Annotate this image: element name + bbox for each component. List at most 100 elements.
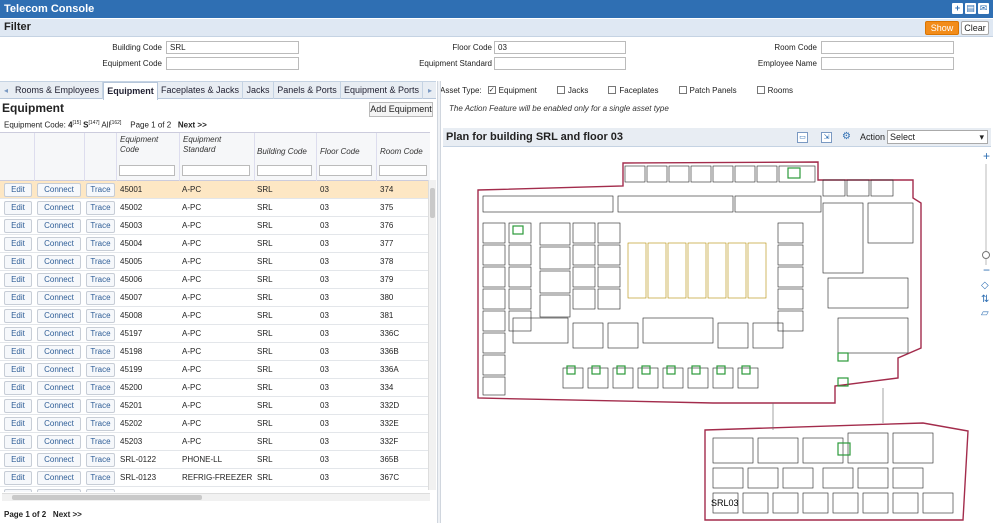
table-row[interactable]: Edit Connect Trace 45197 A-PC SRL 03 336C	[0, 325, 428, 343]
trace-button[interactable]: Trace	[86, 399, 115, 413]
trace-button[interactable]: Trace	[86, 417, 115, 431]
connect-button[interactable]: Connect	[37, 237, 81, 251]
edit-button[interactable]: Edit	[4, 327, 32, 341]
table-row[interactable]: Edit Connect Trace 45005 A-PC SRL 03 378	[0, 253, 428, 271]
connect-button[interactable]: Connect	[37, 381, 81, 395]
pan-icon[interactable]: ◇	[981, 280, 989, 291]
table-row[interactable]: Edit Connect Trace 45004 A-PC SRL 03 377	[0, 235, 428, 253]
table-row[interactable]: Edit Connect Trace 45003 A-PC SRL 03 376	[0, 217, 428, 235]
trace-button[interactable]: Trace	[86, 435, 115, 449]
trace-button[interactable]: Trace	[86, 363, 115, 377]
equipment-code-filter[interactable]	[119, 165, 175, 176]
connect-button[interactable]: Connect	[37, 273, 81, 287]
tab-equipment-ports[interactable]: Equipment & Ports	[341, 82, 423, 99]
edit-button[interactable]: Edit	[4, 273, 32, 287]
connect-button[interactable]: Connect	[37, 291, 81, 305]
equipment-checkbox[interactable]: ✓	[487, 86, 496, 94]
connect-button[interactable]: Connect	[37, 255, 81, 269]
select-area-icon[interactable]: ▱	[981, 308, 989, 319]
trace-button[interactable]: Trace	[86, 327, 115, 341]
column-equipment-code[interactable]: Equipment Code	[120, 135, 170, 155]
edit-button[interactable]: Edit	[4, 183, 32, 197]
index-all-link[interactable]: All	[101, 121, 110, 130]
room-code-input[interactable]	[821, 41, 954, 54]
trace-button[interactable]: Trace	[86, 201, 115, 215]
edit-button[interactable]: Edit	[4, 435, 32, 449]
edit-button[interactable]: Edit	[4, 471, 32, 485]
trace-button[interactable]: Trace	[86, 381, 115, 395]
trace-button[interactable]: Trace	[86, 255, 115, 269]
connect-button[interactable]: Connect	[37, 183, 81, 197]
rooms-checkbox[interactable]	[756, 86, 765, 94]
panel-splitter[interactable]	[437, 81, 441, 523]
table-row[interactable]: Edit Connect Trace 45201 A-PC SRL 03 332D	[0, 397, 428, 415]
column-floor-code[interactable]: Floor Code	[320, 147, 370, 157]
table-horizontal-scrollbar[interactable]	[2, 493, 430, 501]
connect-button[interactable]: Connect	[37, 399, 81, 413]
table-row[interactable]: Edit Connect Trace 45001 A-PC SRL 03 374	[0, 181, 428, 199]
connect-button[interactable]: Connect	[37, 219, 81, 233]
edit-button[interactable]: Edit	[4, 255, 32, 269]
settings-icon[interactable]: ⚙	[841, 132, 852, 143]
tab-faceplates-jacks[interactable]: Faceplates & Jacks	[158, 82, 243, 99]
trace-button[interactable]: Trace	[86, 237, 115, 251]
table-row[interactable]: Edit Connect Trace 45202 A-PC SRL 03 332E	[0, 415, 428, 433]
jacks-checkbox[interactable]	[556, 86, 565, 94]
table-row[interactable]: Edit Connect Trace 45008 A-PC SRL 03 381	[0, 307, 428, 325]
edit-button[interactable]: Edit	[4, 381, 32, 395]
trace-button[interactable]: Trace	[86, 219, 115, 233]
tab-scroll-right-icon[interactable]: ▸	[424, 82, 436, 99]
table-vertical-scrollbar[interactable]	[428, 180, 436, 490]
export-icon[interactable]: ⇲	[821, 132, 832, 143]
add-equipment-button[interactable]: Add Equipment	[369, 102, 433, 117]
trace-button[interactable]: Trace	[86, 309, 115, 323]
table-row[interactable]: Edit Connect Trace SRL-0124 REFRIG SRL 03 367C	[0, 487, 428, 492]
column-equipment-standard[interactable]: Equipment Standard	[183, 135, 238, 155]
table-row[interactable]: Edit Connect Trace SRL-0122 PHONE-LL SRL 03 365…	[0, 451, 428, 469]
table-row[interactable]: Edit Connect Trace 45199 A-PC SRL 03 336A	[0, 361, 428, 379]
tab-rooms-employees[interactable]: Rooms & Employees	[12, 82, 103, 99]
table-row[interactable]: Edit Connect Trace 45200 A-PC SRL 03 334	[0, 379, 428, 397]
trace-button[interactable]: Trace	[86, 291, 115, 305]
trace-button[interactable]: Trace	[86, 471, 115, 485]
trace-button[interactable]: Trace	[86, 183, 115, 197]
zoom-out-icon[interactable]: −	[983, 263, 990, 277]
equipment-standard-filter[interactable]	[182, 165, 250, 176]
connect-button[interactable]: Connect	[37, 435, 81, 449]
connect-button[interactable]: Connect	[37, 363, 81, 377]
table-row[interactable]: Edit Connect Trace 45203 A-PC SRL 03 332F	[0, 433, 428, 451]
table-row[interactable]: Edit Connect Trace 45007 A-PC SRL 03 380	[0, 289, 428, 307]
room-code-filter[interactable]	[379, 165, 427, 176]
connect-button[interactable]: Connect	[37, 417, 81, 431]
connect-button[interactable]: Connect	[37, 489, 81, 492]
faceplates-checkbox[interactable]	[608, 86, 617, 94]
trace-button[interactable]: Trace	[86, 453, 115, 467]
edit-button[interactable]: Edit	[4, 489, 32, 492]
column-building-code[interactable]: Building Code	[257, 147, 315, 157]
next-page-link[interactable]: Next >>	[178, 121, 207, 130]
edit-button[interactable]: Edit	[4, 417, 32, 431]
floor-code-input[interactable]: 03	[494, 41, 626, 54]
clear-button[interactable]: Clear	[961, 21, 989, 35]
table-row[interactable]: Edit Connect Trace 45002 A-PC SRL 03 375	[0, 199, 428, 217]
building-code-input[interactable]: SRL	[166, 41, 299, 54]
patch-panels-checkbox[interactable]	[678, 86, 687, 94]
fit-icon[interactable]: ⇅	[981, 294, 989, 305]
connect-button[interactable]: Connect	[37, 201, 81, 215]
table-row[interactable]: Edit Connect Trace 45198 A-PC SRL 03 336B	[0, 343, 428, 361]
zoom-in-icon[interactable]: +	[983, 150, 990, 163]
edit-button[interactable]: Edit	[4, 201, 32, 215]
tab-scroll-left-icon[interactable]: ◂	[0, 82, 12, 99]
action-select[interactable]: Select ▾	[887, 130, 988, 144]
equipment-code-input[interactable]	[166, 57, 299, 70]
zoom-slider-handle[interactable]	[982, 251, 990, 259]
footer-next-link[interactable]: Next >>	[53, 510, 82, 519]
edit-button[interactable]: Edit	[4, 345, 32, 359]
tab-equipment[interactable]: Equipment	[103, 82, 158, 100]
connect-button[interactable]: Connect	[37, 309, 81, 323]
table-row[interactable]: Edit Connect Trace 45006 A-PC SRL 03 379	[0, 271, 428, 289]
edit-button[interactable]: Edit	[4, 363, 32, 377]
print-icon[interactable]: ▤	[965, 3, 976, 14]
trace-button[interactable]: Trace	[86, 345, 115, 359]
floor-plan[interactable]: SRL03	[443, 148, 991, 523]
